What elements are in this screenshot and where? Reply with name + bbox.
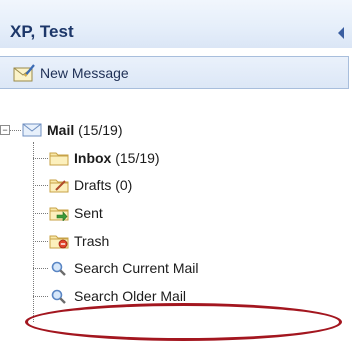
tree-expander-minus[interactable]: − bbox=[0, 125, 10, 135]
tree-item-search-current-mail[interactable]: Search Current Mail bbox=[49, 258, 199, 278]
tree-node-label: Mail (15/19) bbox=[47, 122, 123, 138]
search-icon bbox=[51, 261, 66, 276]
tree-connector bbox=[33, 268, 48, 269]
tree-item-label: Trash bbox=[74, 233, 110, 249]
tree-item-label: Search Older Mail bbox=[74, 288, 187, 304]
search-icon bbox=[51, 289, 66, 304]
tree-item-label: Search Current Mail bbox=[74, 260, 199, 276]
pane-header: XP, Test bbox=[0, 0, 352, 48]
tree-item-drafts[interactable]: Drafts (0) bbox=[49, 175, 132, 195]
drafts-folder-icon bbox=[49, 179, 69, 193]
pane-title: XP, Test bbox=[10, 22, 74, 41]
mail-envelope-icon bbox=[22, 123, 42, 137]
tree-node-mail[interactable]: Mail (15/19) bbox=[22, 120, 122, 140]
tree-item-label: Drafts (0) bbox=[74, 177, 133, 193]
sent-folder-icon bbox=[49, 207, 69, 221]
tree-connector bbox=[10, 130, 21, 131]
compose-mail-icon bbox=[13, 64, 35, 82]
chevron-left-icon[interactable] bbox=[338, 27, 344, 39]
tree-item-trash[interactable]: Trash bbox=[49, 231, 109, 251]
tree-item-inbox[interactable]: Inbox (15/19) bbox=[49, 148, 160, 168]
tree-connector bbox=[33, 241, 48, 242]
highlight-ellipse bbox=[25, 303, 342, 341]
tree-item-label: Sent bbox=[74, 205, 103, 221]
tree-item-sent[interactable]: Sent bbox=[49, 203, 103, 223]
tree-connector bbox=[33, 158, 48, 159]
tree-item-label: Inbox (15/19) bbox=[74, 150, 160, 166]
new-message-button[interactable]: New Message bbox=[0, 56, 349, 89]
tree-connector bbox=[33, 142, 34, 322]
inbox-folder-icon bbox=[49, 152, 69, 166]
tree-connector bbox=[33, 213, 48, 214]
trash-folder-icon bbox=[49, 235, 69, 249]
tree-connector bbox=[33, 296, 48, 297]
new-message-label: New Message bbox=[40, 65, 129, 81]
tree-connector bbox=[33, 185, 48, 186]
